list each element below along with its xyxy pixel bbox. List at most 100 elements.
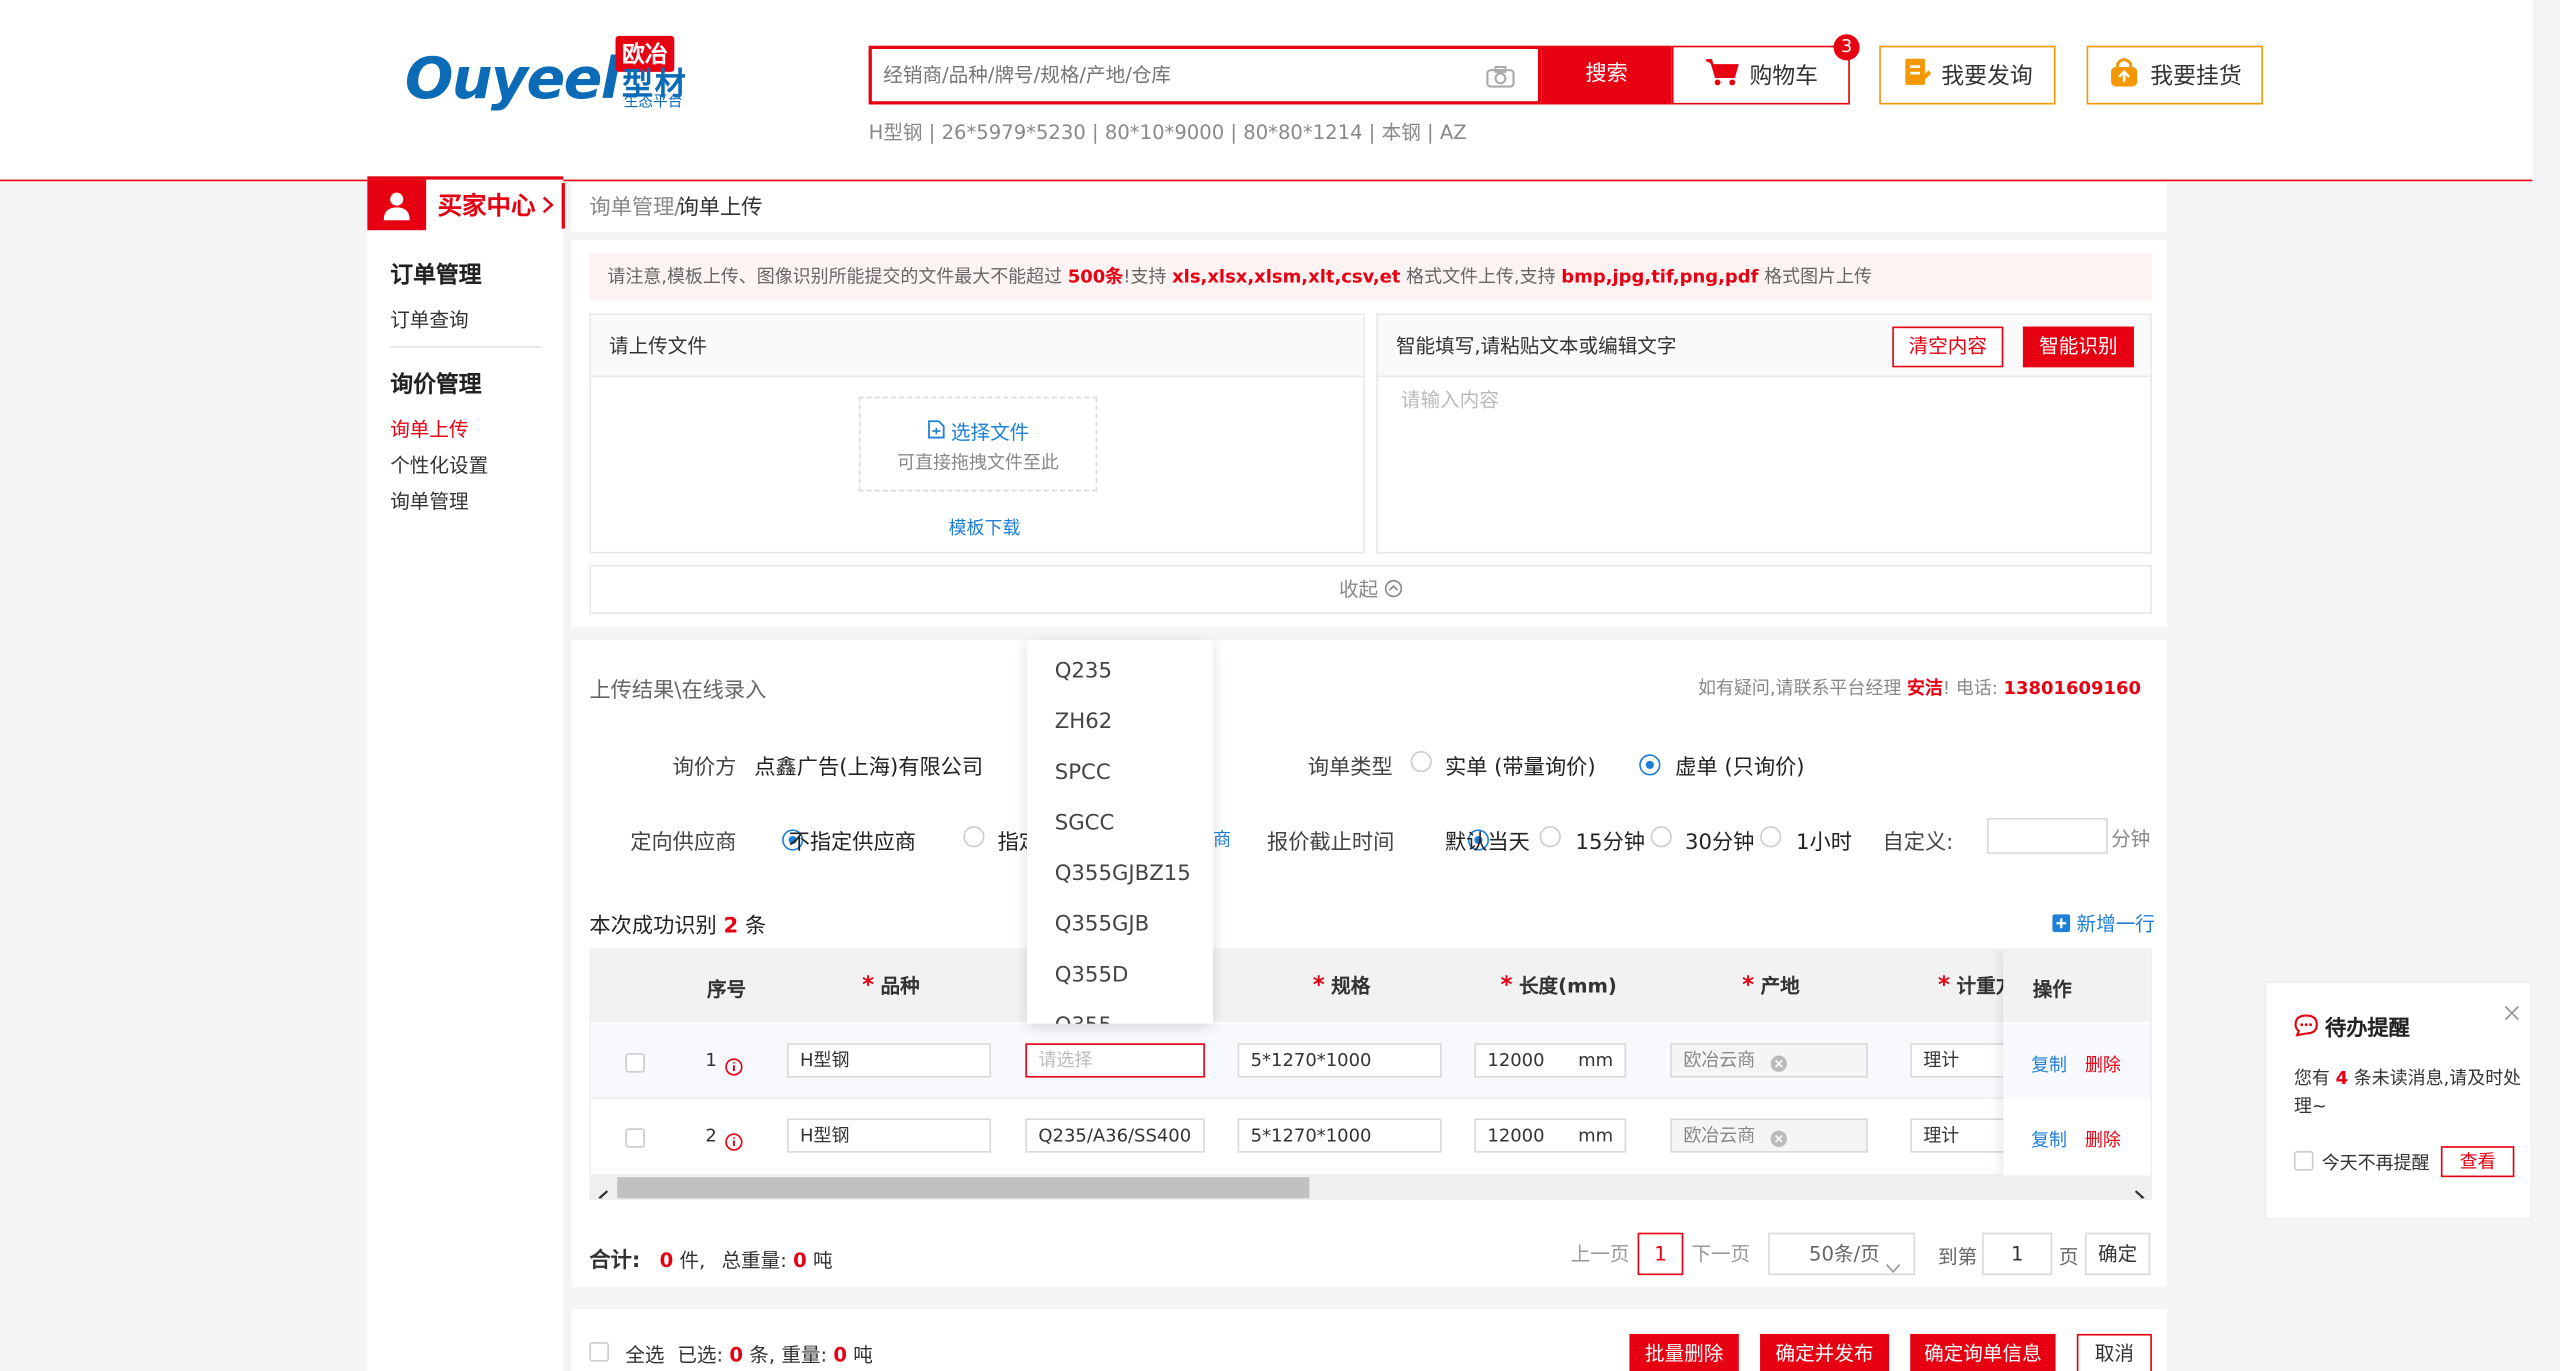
- goto-confirm-button[interactable]: 确定: [2084, 1232, 2151, 1276]
- origin-tag-input[interactable]: 欧冶云商: [1670, 1118, 1868, 1153]
- dropdown-option[interactable]: Q355: [1027, 1001, 1213, 1024]
- length-input[interactable]: 12000 mm: [1474, 1118, 1627, 1153]
- search-input[interactable]: [871, 48, 1460, 102]
- row-checkbox[interactable]: [625, 1053, 645, 1073]
- spec-input[interactable]: 5*1270*1000: [1237, 1043, 1442, 1078]
- dropdown-option[interactable]: ZH62: [1027, 697, 1213, 748]
- delete-row-button[interactable]: 删除: [2085, 1127, 2121, 1153]
- dropdown-option[interactable]: Q355GJBZ15: [1027, 849, 1213, 900]
- length-input[interactable]: 12000 mm: [1474, 1043, 1627, 1078]
- weigh-select[interactable]: 理计: [1910, 1118, 2009, 1153]
- grade-select[interactable]: 请选择: [1025, 1043, 1205, 1078]
- scrollbar-thumb[interactable]: [617, 1177, 1310, 1199]
- weigh-select[interactable]: 理计: [1910, 1043, 2009, 1078]
- smart-recognize-button[interactable]: 智能识别: [2022, 326, 2134, 368]
- sidebar-item-order-query[interactable]: 订单查询: [390, 305, 468, 333]
- chevron-right-icon: [542, 189, 554, 220]
- dropdown-option[interactable]: SGCC: [1027, 798, 1213, 849]
- deadline-label: 报价截止时间: [1266, 831, 1395, 856]
- clear-content-button[interactable]: 清空内容: [1892, 326, 2004, 368]
- origin-tag-input[interactable]: 欧冶云商: [1670, 1043, 1868, 1078]
- smart-textarea[interactable]: 请输入内容: [1401, 385, 1499, 413]
- listing-button[interactable]: 我要挂货: [2086, 45, 2263, 105]
- cancel-button[interactable]: 取消: [2076, 1333, 2152, 1371]
- choose-supplier-link[interactable]: 商: [1213, 826, 1231, 852]
- supplier-radio-specify[interactable]: [963, 826, 985, 848]
- row-checkbox[interactable]: [625, 1128, 645, 1148]
- select-all-checkbox[interactable]: [589, 1342, 609, 1362]
- recognized-text: 条: [738, 914, 767, 939]
- confirm-info-button[interactable]: 确定询单信息: [1910, 1333, 2056, 1371]
- no-remind-label[interactable]: 今天不再提醒: [2322, 1149, 2430, 1175]
- next-page-button[interactable]: 下一页: [1684, 1234, 1757, 1277]
- camera-icon[interactable]: [1486, 64, 1515, 95]
- totals-weight-label: 总重量:: [721, 1249, 787, 1272]
- sidebar-item-personalization[interactable]: 个性化设置: [390, 451, 488, 479]
- confirm-publish-button[interactable]: 确定并发布: [1760, 1333, 1890, 1371]
- close-circle-icon[interactable]: [1770, 1051, 1788, 1075]
- contact-text: 如有疑问,请联系平台经理: [1698, 677, 1907, 699]
- ouyeel-logo[interactable]: Ouyeel 欧冶 型材 生态平台: [405, 35, 699, 114]
- delete-row-button[interactable]: 删除: [2085, 1051, 2121, 1077]
- type-option-virtual[interactable]: 虚单 (只询价): [1675, 749, 1804, 780]
- add-row-button[interactable]: 新增一行: [2052, 909, 2155, 937]
- info-icon[interactable]: [725, 1127, 743, 1158]
- selected-label: 已选:: [677, 1343, 724, 1367]
- variety-input[interactable]: H型钢: [786, 1118, 992, 1153]
- type-radio-virtual[interactable]: [1639, 754, 1661, 776]
- prev-page-button[interactable]: 上一页: [1564, 1234, 1636, 1277]
- no-remind-checkbox[interactable]: [2293, 1151, 2314, 1171]
- hot-search-words[interactable]: H型钢 | 26*5979*5230 | 80*10*9000 | 80*80*…: [869, 118, 1467, 146]
- sidebar-item-inquiry-upload[interactable]: 询单上传: [390, 415, 468, 443]
- scroll-left-icon[interactable]: [598, 1180, 609, 1199]
- deadline-option-30[interactable]: 30分钟: [1685, 825, 1754, 855]
- deadline-option-today[interactable]: 默认当天: [1445, 825, 1530, 855]
- choose-file-link[interactable]: 选择文件: [951, 421, 1029, 444]
- info-icon[interactable]: [725, 1051, 743, 1082]
- buyer-center-header[interactable]: 买家中心: [367, 176, 564, 231]
- horizontal-scrollbar[interactable]: [591, 1175, 2151, 1199]
- custom-minutes-input[interactable]: [1986, 817, 2108, 854]
- batch-delete-button[interactable]: 批量删除: [1629, 1333, 1739, 1371]
- goto-page-input[interactable]: 1: [1982, 1232, 2053, 1276]
- dropdown-option[interactable]: Q355D: [1027, 950, 1213, 1001]
- page-size-select[interactable]: 50条/页: [1768, 1232, 1916, 1276]
- search-button[interactable]: 搜索: [1541, 45, 1672, 105]
- dropdown-option[interactable]: SPCC: [1027, 748, 1213, 799]
- dropdown-option[interactable]: Q235: [1027, 647, 1213, 698]
- cart-button[interactable]: 购物车: [1671, 45, 1850, 105]
- bag-icon: [2108, 56, 2141, 95]
- deadline-radio-30[interactable]: [1650, 826, 1672, 848]
- close-circle-icon[interactable]: [1770, 1127, 1788, 1151]
- view-button[interactable]: 查看: [2440, 1146, 2515, 1178]
- close-icon[interactable]: [2504, 996, 2520, 1027]
- th-ops: 操作: [2032, 977, 2072, 1001]
- deadline-radio-15[interactable]: [1539, 826, 1561, 848]
- deadline-option-15[interactable]: 15分钟: [1576, 825, 1645, 855]
- spec-input[interactable]: 5*1270*1000: [1237, 1118, 1442, 1153]
- site-header: Ouyeel 欧冶 型材 生态平台 搜索 购物车 3 我要发询: [0, 0, 2533, 182]
- breadcrumb-parent[interactable]: 询单管理/: [589, 189, 681, 220]
- supplier-option-none[interactable]: 不指定供应商: [789, 825, 916, 855]
- todo-reminder-popup: 待办提醒 您有 4 条未读消息,请及时处理~ 今天不再提醒 查看: [2264, 981, 2533, 1220]
- totals-pieces-unit: 件,: [679, 1249, 706, 1272]
- variety-input[interactable]: H型钢: [786, 1043, 992, 1078]
- file-drop-zone[interactable]: 选择文件 可直接拖拽文件至此: [858, 396, 1098, 492]
- inquiry-button[interactable]: 我要发询: [1879, 45, 2056, 105]
- select-all-label[interactable]: 全选: [625, 1344, 664, 1367]
- deadline-option-1h[interactable]: 1小时: [1796, 825, 1852, 855]
- deadline-radio-1h[interactable]: [1760, 826, 1782, 848]
- cart-icon: [1704, 57, 1740, 93]
- template-download-link[interactable]: 模板下载: [949, 514, 1021, 540]
- copy-row-button[interactable]: 复制: [2031, 1127, 2067, 1153]
- dropdown-option[interactable]: Q355GJB: [1027, 900, 1213, 951]
- type-option-real[interactable]: 实单 (带量询价): [1445, 749, 1596, 780]
- collapse-toggle[interactable]: 收起: [589, 564, 2152, 614]
- recognized-count: 本次成功识别 2 条: [589, 908, 767, 939]
- scroll-right-icon[interactable]: [2134, 1180, 2145, 1199]
- type-radio-real[interactable]: [1410, 751, 1432, 773]
- grade-select[interactable]: Q235/A36/SS400: [1025, 1118, 1205, 1153]
- sidebar-item-inquiry-manage[interactable]: 询单管理: [390, 487, 468, 515]
- copy-row-button[interactable]: 复制: [2031, 1051, 2067, 1077]
- page-1-button[interactable]: 1: [1637, 1232, 1684, 1276]
